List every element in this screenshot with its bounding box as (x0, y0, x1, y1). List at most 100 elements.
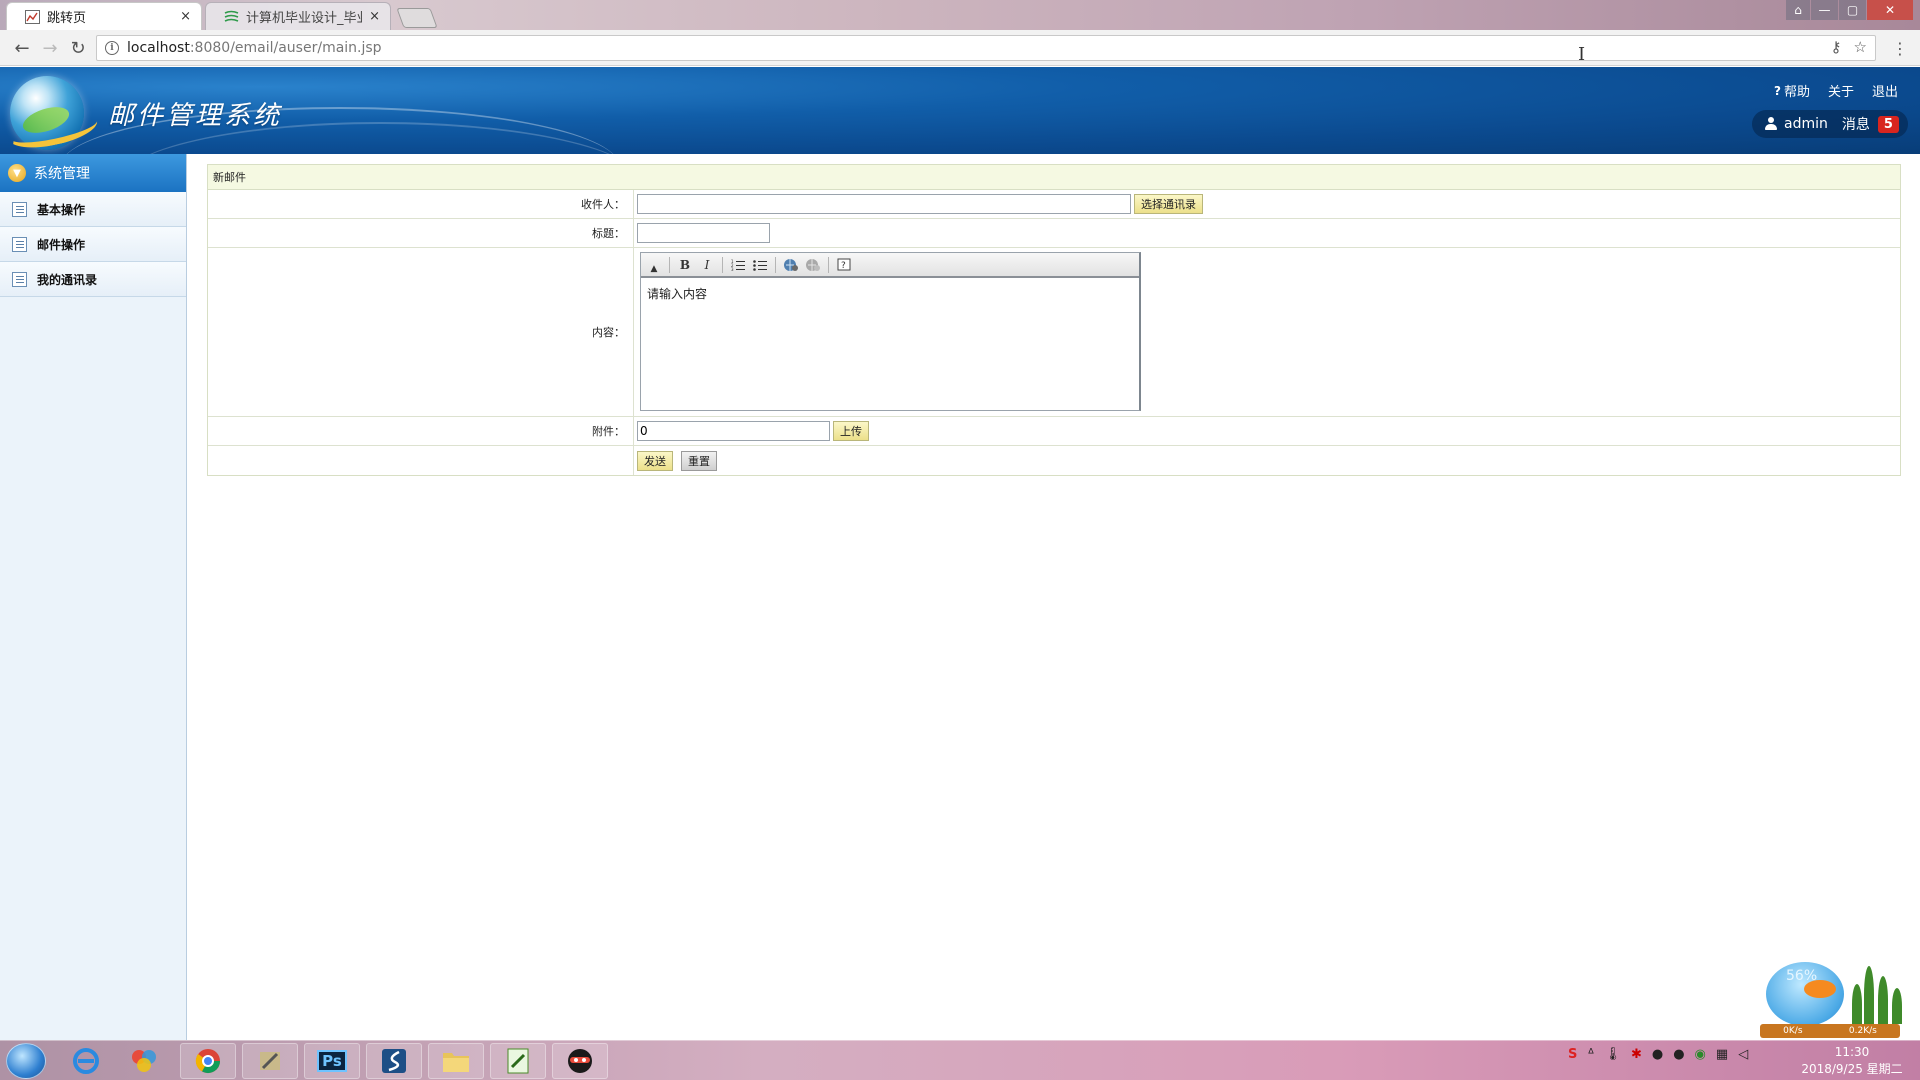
subject-row: 标题： (208, 219, 1900, 248)
svg-text:?: ? (841, 261, 846, 271)
logout-link[interactable]: 退出 (1872, 81, 1898, 100)
rich-text-editor: ▲ B I 123 ? 请输入内容 (640, 252, 1141, 411)
user-panel: admin 消息 5 (1752, 110, 1908, 138)
sidebar-item-label: 基本操作 (37, 202, 86, 217)
system-tray: S ᐞ 🌡 ✱ ● ● ◉ ▦ ◁ (1568, 1047, 1748, 1062)
start-button[interactable] (6, 1043, 46, 1079)
fish-icon (1804, 980, 1836, 998)
qq-icon[interactable]: ● (1652, 1047, 1663, 1062)
site-icon (224, 10, 239, 22)
link-icon[interactable] (782, 256, 800, 274)
close-icon[interactable]: × (180, 9, 191, 24)
ie-icon[interactable] (58, 1043, 114, 1079)
reload-icon[interactable]: ↻ (68, 38, 88, 59)
about-link[interactable]: 关于 (1828, 81, 1854, 100)
sidebar-item-label: 我的通讯录 (37, 272, 98, 287)
upload-button[interactable]: 上传 (833, 421, 869, 441)
help-icon[interactable]: ? (835, 256, 853, 274)
sidebar-item-label: 邮件操作 (37, 237, 86, 252)
editor-content[interactable]: 请输入内容 (641, 278, 1139, 309)
page-icon (25, 9, 40, 24)
list-icon (12, 236, 27, 252)
send-button[interactable]: 发送 (637, 450, 673, 471)
network-icon[interactable]: ▦ (1716, 1047, 1728, 1062)
sidebar-header-label: 系统管理 (34, 166, 90, 182)
tab-title: 跳转页 (47, 11, 87, 26)
360-icon[interactable]: ◉ (1695, 1047, 1706, 1062)
forward-icon[interactable]: → (40, 38, 60, 59)
window-close-icon[interactable]: ✕ (1867, 0, 1913, 20)
font-size-icon[interactable]: ▲ (645, 256, 663, 274)
actions-row: 发送 重置 (208, 446, 1900, 475)
subject-label: 标题： (208, 219, 634, 247)
tab-redirect-page[interactable]: 跳转页 × (6, 2, 202, 30)
chrome-icon[interactable] (180, 1043, 236, 1079)
chevron-down-icon: ▼ (8, 164, 26, 182)
editor-toolbar: ▲ B I 123 ? (641, 253, 1139, 278)
username[interactable]: admin (1784, 116, 1828, 132)
main-content: 新邮件 收件人： 选择通讯录 标题： 内容： ▲ B I 1 2 3 ? 请输入… (188, 154, 1920, 1040)
reset-button[interactable]: 重置 (681, 450, 717, 471)
select-contacts-button[interactable]: 选择通讯录 (1134, 194, 1203, 214)
content-row: 内容： ▲ B I 123 ? 请输入内容 (208, 248, 1900, 417)
toolbar-divider (828, 256, 829, 273)
address-bar[interactable]: i localhost:8080/email/auser/main.jsp ⚷ … (96, 35, 1876, 61)
menu-icon[interactable]: ⋮ (1892, 39, 1908, 58)
sidebar-header-system-management[interactable]: ▼ 系统管理 (0, 154, 186, 192)
browser-toolbar: ← → ↻ i localhost:8080/email/auser/main.… (0, 30, 1920, 66)
actions-label (208, 446, 634, 475)
sidebar-item-mail-operations[interactable]: 邮件操作 (0, 227, 186, 262)
color-app-icon[interactable] (116, 1043, 172, 1079)
profile-icon[interactable]: ⌂ (1786, 0, 1810, 20)
thermometer-icon[interactable]: 🌡 (1604, 1047, 1621, 1062)
sidebar-item-basic-operations[interactable]: 基本操作 (0, 192, 186, 227)
taskbar-clock[interactable]: 11:30 2018/9/25 星期二 (1797, 1044, 1907, 1078)
snipping-tool-icon[interactable] (552, 1043, 608, 1079)
volume-icon[interactable]: ◁ (1738, 1047, 1748, 1062)
key-icon[interactable]: ⚷ (1831, 38, 1842, 56)
tools-icon[interactable] (242, 1043, 298, 1079)
tab-graduation-design[interactable]: 计算机毕业设计_毕业设计 × (205, 2, 391, 30)
editor-app-icon[interactable] (366, 1043, 422, 1079)
qq-alt-icon[interactable]: ● (1673, 1047, 1684, 1062)
clock-date: 2018/9/25 星期二 (1801, 1062, 1903, 1076)
recipient-input[interactable] (637, 194, 1131, 214)
user-icon (1764, 117, 1778, 131)
ordered-list-icon[interactable]: 123 (729, 256, 747, 274)
unordered-list-icon[interactable] (751, 256, 769, 274)
plant-icon (1848, 958, 1906, 1024)
subject-input[interactable] (637, 223, 770, 243)
info-icon[interactable]: i (105, 41, 119, 55)
unlink-icon[interactable] (804, 256, 822, 274)
widget-speed: 0K/s 0.2K/s (1760, 1024, 1900, 1038)
security-icon[interactable]: ✱ (1631, 1047, 1642, 1062)
network-speed-widget[interactable]: 56% 0K/s 0.2K/s (1760, 958, 1910, 1038)
minimize-icon[interactable]: — (1811, 0, 1838, 20)
attachment-row: 附件： 上传 (208, 417, 1900, 446)
download-speed: 0K/s (1783, 1026, 1803, 1036)
folder-icon[interactable] (428, 1043, 484, 1079)
star-icon[interactable]: ☆ (1854, 38, 1867, 56)
url-text[interactable]: localhost:8080/email/auser/main.jsp (127, 40, 382, 56)
maximize-icon[interactable]: ▢ (1839, 0, 1866, 20)
italic-button[interactable]: I (698, 256, 716, 274)
sidebar-item-my-contacts[interactable]: 我的通讯录 (0, 262, 186, 297)
header-links: ? 帮助 关于 退出 (1774, 81, 1898, 101)
new-tab-button[interactable] (396, 8, 438, 28)
messages-link[interactable]: 消息 (1842, 114, 1870, 134)
bold-button[interactable]: B (676, 256, 694, 274)
recipient-row: 收件人： 选择通讯录 (208, 190, 1900, 219)
notepad-icon[interactable] (490, 1043, 546, 1079)
back-icon[interactable]: ← (12, 38, 32, 59)
list-icon (12, 271, 27, 287)
tray-arrow-icon[interactable]: ᐞ (1587, 1047, 1594, 1062)
close-icon[interactable]: × (369, 9, 380, 24)
photoshop-icon[interactable]: Ps (304, 1043, 360, 1079)
help-link[interactable]: ? 帮助 (1774, 81, 1810, 101)
recipient-label: 收件人： (208, 190, 634, 218)
input-method-icon[interactable]: S (1568, 1047, 1577, 1062)
messages-count-badge[interactable]: 5 (1877, 115, 1899, 133)
sidebar: ▼ 系统管理 基本操作 邮件操作 我的通讯录 (0, 154, 187, 1040)
attachment-input[interactable] (637, 421, 830, 441)
browser-tabstrip: 跳转页 × 计算机毕业设计_毕业设计 × ⌂ — ▢ ✕ (0, 0, 1920, 30)
